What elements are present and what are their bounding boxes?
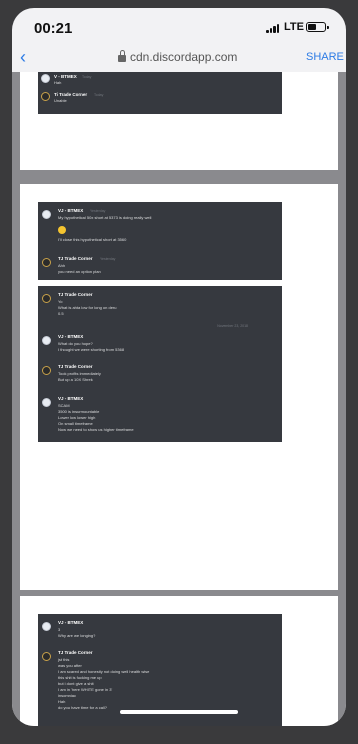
avatar (42, 210, 51, 219)
message-text: but i dont give a shit (58, 681, 94, 686)
avatar (42, 366, 51, 375)
username: TJ Trade Corner (58, 256, 93, 261)
message-text: Yo (58, 299, 63, 304)
username: TJ Trade Corner (58, 650, 93, 655)
signal-icon (266, 24, 280, 33)
message-text: 3500 is insurmountable (58, 409, 100, 414)
username: Ti Trade Corner (54, 92, 88, 97)
pdf-page-1: V - BTMEX Today Hah Ti Trade Corner Toda… (20, 72, 338, 170)
timestamp: Today (94, 93, 104, 97)
network-type: LTE (284, 21, 304, 33)
back-button[interactable]: ‹ (20, 47, 26, 68)
clock: 00:21 (34, 20, 73, 37)
date-separator: November 23, 2018 (217, 324, 248, 328)
message-text: Hah (58, 699, 66, 704)
pdf-page-3: VJ - BTMEX 3 Why are we longing? TJ Trad… (20, 596, 338, 726)
message-text: I am scared and honestly not doing well … (58, 669, 150, 674)
message-text: I am in 'here WHITE gone in 3' (58, 687, 113, 692)
message-text: I'll close this hypothetical short at 35… (58, 237, 127, 242)
phone-screen: 00:21 LTE ‹ cdn.discordapp.com SHARE V -… (12, 8, 346, 726)
battery-icon (306, 22, 329, 32)
username: VJ - BTMEX (58, 334, 84, 339)
avatar (42, 398, 51, 407)
message-text: Hah (54, 80, 62, 85)
message-text: On small timeframe (58, 421, 93, 426)
browser-toolbar: ‹ cdn.discordapp.com SHARE (12, 46, 346, 72)
message-text: 3 (58, 627, 61, 632)
username: V - BTMEX (54, 74, 77, 79)
laughing-emoji-icon (58, 226, 66, 234)
message-text: insomniac (58, 693, 77, 698)
username: VJ - BTMEX (58, 620, 84, 625)
username: TJ Trade Corner (58, 364, 93, 369)
message-text: Took profits immediately (58, 371, 101, 376)
message-text: Lower low lower high (58, 415, 96, 420)
message-text: What do you hope? (58, 341, 93, 346)
home-indicator[interactable] (120, 710, 238, 714)
message-text: SCAM (58, 403, 70, 408)
message-text: was you after (58, 663, 82, 668)
message-text: Why are we longing? (58, 633, 96, 638)
message-text: Unable (54, 98, 67, 103)
message-text: What is ahta low for long on deru (58, 305, 117, 310)
avatar (42, 336, 51, 345)
status-bar: 00:21 LTE (12, 8, 346, 46)
pdf-page-2: VJ - BTMEX Yesterday My hypothetical 50x… (20, 184, 338, 590)
message-text: Ahh (58, 263, 66, 268)
avatar (41, 74, 50, 83)
url-display[interactable]: cdn.discordapp.com (130, 50, 237, 64)
avatar (42, 258, 51, 267)
avatar (42, 652, 51, 661)
timestamp: Yesterday (100, 257, 116, 261)
document-viewer[interactable]: V - BTMEX Today Hah Ti Trade Corner Toda… (12, 72, 346, 726)
message-text: Now we need to show us higher timeframe (58, 427, 134, 432)
message-text: do you have time for a call? (58, 705, 107, 710)
message-text: 0.5 (58, 311, 64, 316)
discord-screenshot: V - BTMEX Today Hah Ti Trade Corner Toda… (38, 72, 282, 114)
timestamp: Today (82, 75, 92, 79)
message-text: you need an option plan (58, 269, 101, 274)
share-button[interactable]: SHARE (306, 51, 344, 63)
avatar (41, 92, 50, 101)
timestamp: Yesterday (90, 209, 106, 213)
message-text: But up a 10X Shrek (58, 377, 93, 382)
username: VJ - BTMEX (58, 396, 84, 401)
lock-icon (118, 50, 126, 62)
message-text: My hypothetical 50x short at 5373 is doi… (58, 215, 152, 220)
discord-screenshot: VJ - BTMEX Yesterday My hypothetical 50x… (38, 202, 282, 280)
message-text: jst this (58, 657, 70, 662)
discord-screenshot: TJ Trade Corner Yo What is ahta low for … (38, 286, 282, 442)
username: TJ Trade Corner (58, 292, 93, 297)
avatar (42, 294, 51, 303)
message-text: I thought we were shorting from 5368 (58, 347, 125, 352)
avatar (42, 622, 51, 631)
message-text: this shit is fucking me up (58, 675, 102, 680)
username: VJ - BTMEX (58, 208, 84, 213)
